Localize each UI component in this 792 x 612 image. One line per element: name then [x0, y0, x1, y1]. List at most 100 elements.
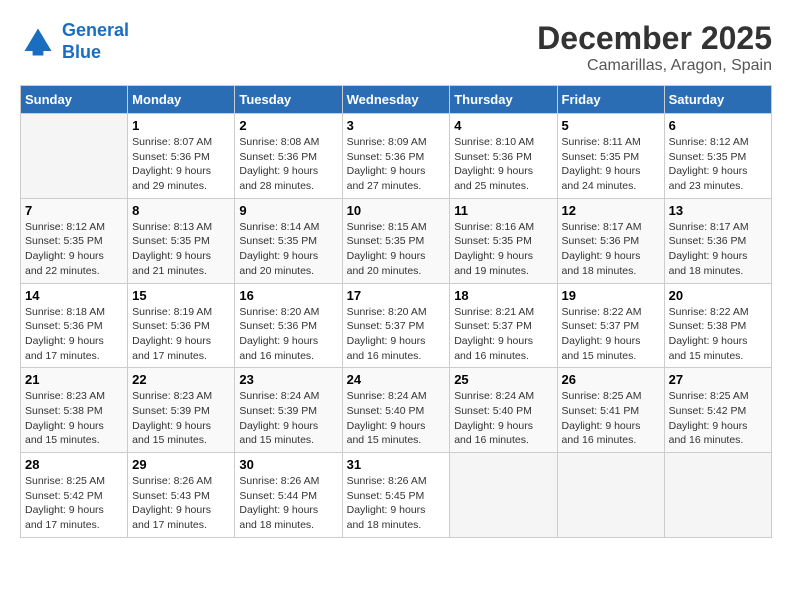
day-info: Sunrise: 8:16 AMSunset: 5:35 PMDaylight:…: [454, 220, 552, 279]
calendar-cell: 11 Sunrise: 8:16 AMSunset: 5:35 PMDayligh…: [450, 198, 557, 283]
weekday-header-row: SundayMondayTuesdayWednesdayThursdayFrid…: [21, 86, 772, 114]
day-info: Sunrise: 8:24 AMSunset: 5:40 PMDaylight:…: [454, 389, 552, 448]
day-number: 15: [132, 288, 230, 303]
calendar-cell: 5Sunrise: 8:11 AMSunset: 5:35 PMDaylight…: [557, 114, 664, 199]
day-number: 14: [25, 288, 123, 303]
calendar-cell: 21 Sunrise: 8:23 AMSunset: 5:38 PMDayligh…: [21, 368, 128, 453]
day-number: 8: [132, 203, 230, 218]
day-number: 13: [669, 203, 767, 218]
weekday-header-wednesday: Wednesday: [342, 86, 450, 114]
day-info: Sunrise: 8:10 AMSunset: 5:36 PMDaylight:…: [454, 135, 552, 194]
calendar-cell: 10 Sunrise: 8:15 AMSunset: 5:35 PMDayligh…: [342, 198, 450, 283]
day-number: 4: [454, 118, 552, 133]
calendar-cell: 14Sunrise: 8:18 AMSunset: 5:36 PMDayligh…: [21, 283, 128, 368]
day-info: Sunrise: 8:23 AMSunset: 5:38 PMDaylight:…: [25, 389, 123, 448]
calendar-week-row: 21 Sunrise: 8:23 AMSunset: 5:38 PMDayligh…: [21, 368, 772, 453]
day-info: Sunrise: 8:15 AMSunset: 5:35 PMDaylight:…: [347, 220, 446, 279]
calendar-cell: 20 Sunrise: 8:22 AMSunset: 5:38 PMDayligh…: [664, 283, 771, 368]
calendar-cell: 8 Sunrise: 8:13 AMSunset: 5:35 PMDaylight…: [128, 198, 235, 283]
month-title: December 2025: [537, 20, 772, 57]
page-header: General Blue December 2025 Camarillas, A…: [20, 20, 772, 75]
logo-line2: Blue: [62, 42, 101, 62]
calendar-week-row: 28Sunrise: 8:25 AMSunset: 5:42 PMDayligh…: [21, 453, 772, 538]
calendar-cell: 26Sunrise: 8:25 AMSunset: 5:41 PMDayligh…: [557, 368, 664, 453]
day-info: Sunrise: 8:22 AMSunset: 5:37 PMDaylight:…: [562, 305, 660, 364]
day-info: Sunrise: 8:12 AMSunset: 5:35 PMDaylight:…: [25, 220, 123, 279]
calendar-cell: 13 Sunrise: 8:17 AMSunset: 5:36 PMDayligh…: [664, 198, 771, 283]
calendar-cell: 7 Sunrise: 8:12 AMSunset: 5:35 PMDaylight…: [21, 198, 128, 283]
calendar-cell: 1 Sunrise: 8:07 AMSunset: 5:36 PMDaylight…: [128, 114, 235, 199]
day-number: 21: [25, 372, 123, 387]
calendar-cell: 28Sunrise: 8:25 AMSunset: 5:42 PMDayligh…: [21, 453, 128, 538]
day-number: 18: [454, 288, 552, 303]
day-info: Sunrise: 8:23 AMSunset: 5:39 PMDaylight:…: [132, 389, 230, 448]
day-info: Sunrise: 8:25 AMSunset: 5:41 PMDaylight:…: [562, 389, 660, 448]
day-info: Sunrise: 8:20 AMSunset: 5:36 PMDaylight:…: [239, 305, 337, 364]
day-info: Sunrise: 8:24 AMSunset: 5:40 PMDaylight:…: [347, 389, 446, 448]
day-number: 7: [25, 203, 123, 218]
day-info: Sunrise: 8:26 AMSunset: 5:45 PMDaylight:…: [347, 474, 446, 533]
day-info: Sunrise: 8:22 AMSunset: 5:38 PMDaylight:…: [669, 305, 767, 364]
calendar-week-row: 1 Sunrise: 8:07 AMSunset: 5:36 PMDaylight…: [21, 114, 772, 199]
day-info: Sunrise: 8:13 AMSunset: 5:35 PMDaylight:…: [132, 220, 230, 279]
calendar-week-row: 14Sunrise: 8:18 AMSunset: 5:36 PMDayligh…: [21, 283, 772, 368]
day-number: 2: [239, 118, 337, 133]
day-number: 1: [132, 118, 230, 133]
day-number: 3: [347, 118, 446, 133]
day-number: 19: [562, 288, 660, 303]
day-info: Sunrise: 8:19 AMSunset: 5:36 PMDaylight:…: [132, 305, 230, 364]
calendar-cell: 23 Sunrise: 8:24 AMSunset: 5:39 PMDayligh…: [235, 368, 342, 453]
day-number: 9: [239, 203, 337, 218]
weekday-header-friday: Friday: [557, 86, 664, 114]
day-info: Sunrise: 8:09 AMSunset: 5:36 PMDaylight:…: [347, 135, 446, 194]
day-info: Sunrise: 8:17 AMSunset: 5:36 PMDaylight:…: [669, 220, 767, 279]
day-number: 11: [454, 203, 552, 218]
calendar-cell: 30 Sunrise: 8:26 AMSunset: 5:44 PMDayligh…: [235, 453, 342, 538]
calendar-cell: 2 Sunrise: 8:08 AMSunset: 5:36 PMDaylight…: [235, 114, 342, 199]
day-number: 30: [239, 457, 337, 472]
day-number: 22: [132, 372, 230, 387]
calendar-cell: [21, 114, 128, 199]
calendar-cell: 25 Sunrise: 8:24 AMSunset: 5:40 PMDayligh…: [450, 368, 557, 453]
day-info: Sunrise: 8:26 AMSunset: 5:44 PMDaylight:…: [239, 474, 337, 533]
logo: General Blue: [20, 20, 129, 63]
day-number: 5: [562, 118, 660, 133]
day-number: 17: [347, 288, 446, 303]
day-number: 10: [347, 203, 446, 218]
calendar-cell: 15 Sunrise: 8:19 AMSunset: 5:36 PMDayligh…: [128, 283, 235, 368]
calendar-cell: 24Sunrise: 8:24 AMSunset: 5:40 PMDayligh…: [342, 368, 450, 453]
calendar-cell: 19 Sunrise: 8:22 AMSunset: 5:37 PMDayligh…: [557, 283, 664, 368]
calendar-cell: 27Sunrise: 8:25 AMSunset: 5:42 PMDayligh…: [664, 368, 771, 453]
logo-text: General Blue: [62, 20, 129, 63]
day-number: 29: [132, 457, 230, 472]
location-title: Camarillas, Aragon, Spain: [537, 57, 772, 75]
calendar-cell: 17Sunrise: 8:20 AMSunset: 5:37 PMDayligh…: [342, 283, 450, 368]
calendar-cell: 18 Sunrise: 8:21 AMSunset: 5:37 PMDayligh…: [450, 283, 557, 368]
day-info: Sunrise: 8:24 AMSunset: 5:39 PMDaylight:…: [239, 389, 337, 448]
day-info: Sunrise: 8:12 AMSunset: 5:35 PMDaylight:…: [669, 135, 767, 194]
calendar-cell: 12Sunrise: 8:17 AMSunset: 5:36 PMDayligh…: [557, 198, 664, 283]
calendar-cell: [450, 453, 557, 538]
day-info: Sunrise: 8:08 AMSunset: 5:36 PMDaylight:…: [239, 135, 337, 194]
day-info: Sunrise: 8:25 AMSunset: 5:42 PMDaylight:…: [25, 474, 123, 533]
day-number: 25: [454, 372, 552, 387]
weekday-header-saturday: Saturday: [664, 86, 771, 114]
day-info: Sunrise: 8:14 AMSunset: 5:35 PMDaylight:…: [239, 220, 337, 279]
logo-line1: General: [62, 20, 129, 40]
calendar-cell: 4 Sunrise: 8:10 AMSunset: 5:36 PMDaylight…: [450, 114, 557, 199]
calendar-cell: 16Sunrise: 8:20 AMSunset: 5:36 PMDayligh…: [235, 283, 342, 368]
day-info: Sunrise: 8:07 AMSunset: 5:36 PMDaylight:…: [132, 135, 230, 194]
day-info: Sunrise: 8:21 AMSunset: 5:37 PMDaylight:…: [454, 305, 552, 364]
calendar-table: SundayMondayTuesdayWednesdayThursdayFrid…: [20, 85, 772, 538]
day-number: 23: [239, 372, 337, 387]
day-number: 31: [347, 457, 446, 472]
calendar-cell: 29 Sunrise: 8:26 AMSunset: 5:43 PMDayligh…: [128, 453, 235, 538]
weekday-header-monday: Monday: [128, 86, 235, 114]
calendar-cell: 31 Sunrise: 8:26 AMSunset: 5:45 PMDayligh…: [342, 453, 450, 538]
title-block: December 2025 Camarillas, Aragon, Spain: [537, 20, 772, 75]
day-number: 20: [669, 288, 767, 303]
calendar-cell: [664, 453, 771, 538]
day-info: Sunrise: 8:26 AMSunset: 5:43 PMDaylight:…: [132, 474, 230, 533]
weekday-header-tuesday: Tuesday: [235, 86, 342, 114]
day-number: 12: [562, 203, 660, 218]
